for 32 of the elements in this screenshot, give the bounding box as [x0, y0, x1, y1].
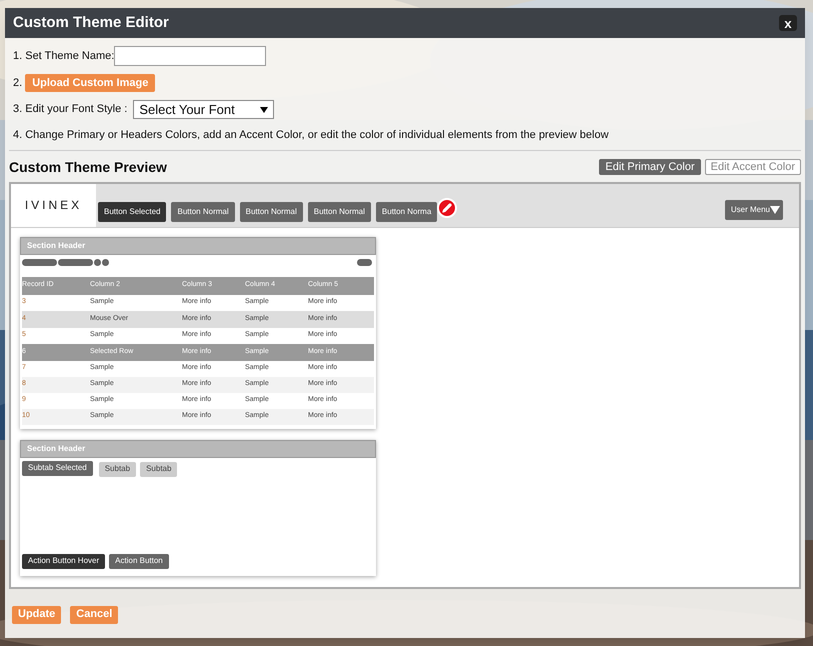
step-text: 4. Change Primary or Headers Colors, add an Accent Color, or edit the color of individual elements from the preview below [13, 128, 610, 143]
logo: IVINEX [24, 197, 82, 214]
step-label: 1. Set Theme Name: [13, 48, 114, 64]
step-label: 3. Edit your Font Style : [13, 102, 128, 118]
dropdown-arrow-icon [770, 206, 780, 214]
dropdown-arrow-icon [260, 106, 268, 112]
pencil-icon [442, 203, 452, 213]
pager-button[interactable] [22, 258, 57, 266]
pager-button[interactable] [357, 258, 372, 266]
preview-title: Custom Theme Preview [9, 158, 167, 176]
action-button[interactable]: Action Button [109, 554, 169, 568]
subtab[interactable]: Subtab [140, 462, 178, 476]
pager-button[interactable] [58, 258, 93, 266]
nav-button[interactable]: Button Selected [98, 202, 166, 222]
action-button[interactable]: Action Button Hover [22, 554, 106, 568]
close-button[interactable]: x [779, 15, 797, 31]
nav-button[interactable]: Button Normal [171, 202, 235, 222]
theme-name-field[interactable] [114, 46, 266, 66]
window-title: Custom Theme Editor [13, 12, 169, 33]
font-select[interactable]: Select Your Font [133, 100, 274, 119]
nav-button[interactable]: Button Normal [240, 202, 303, 222]
user-menu-button[interactable]: User Menu [724, 200, 783, 220]
section-header: Section Header [27, 240, 86, 252]
step-label: 2. [13, 76, 22, 91]
nav-button[interactable]: Button Norma [376, 202, 438, 222]
section-header: Section Header [27, 442, 86, 454]
subtab[interactable]: Subtab [98, 462, 136, 476]
color-button[interactable]: Edit Primary Color [599, 159, 701, 175]
nav-button[interactable]: Button Normal [308, 202, 371, 222]
subtab[interactable]: Subtab Selected [22, 460, 93, 476]
edit-badge[interactable] [437, 198, 458, 218]
color-button[interactable]: Edit Accent Color [704, 159, 801, 175]
